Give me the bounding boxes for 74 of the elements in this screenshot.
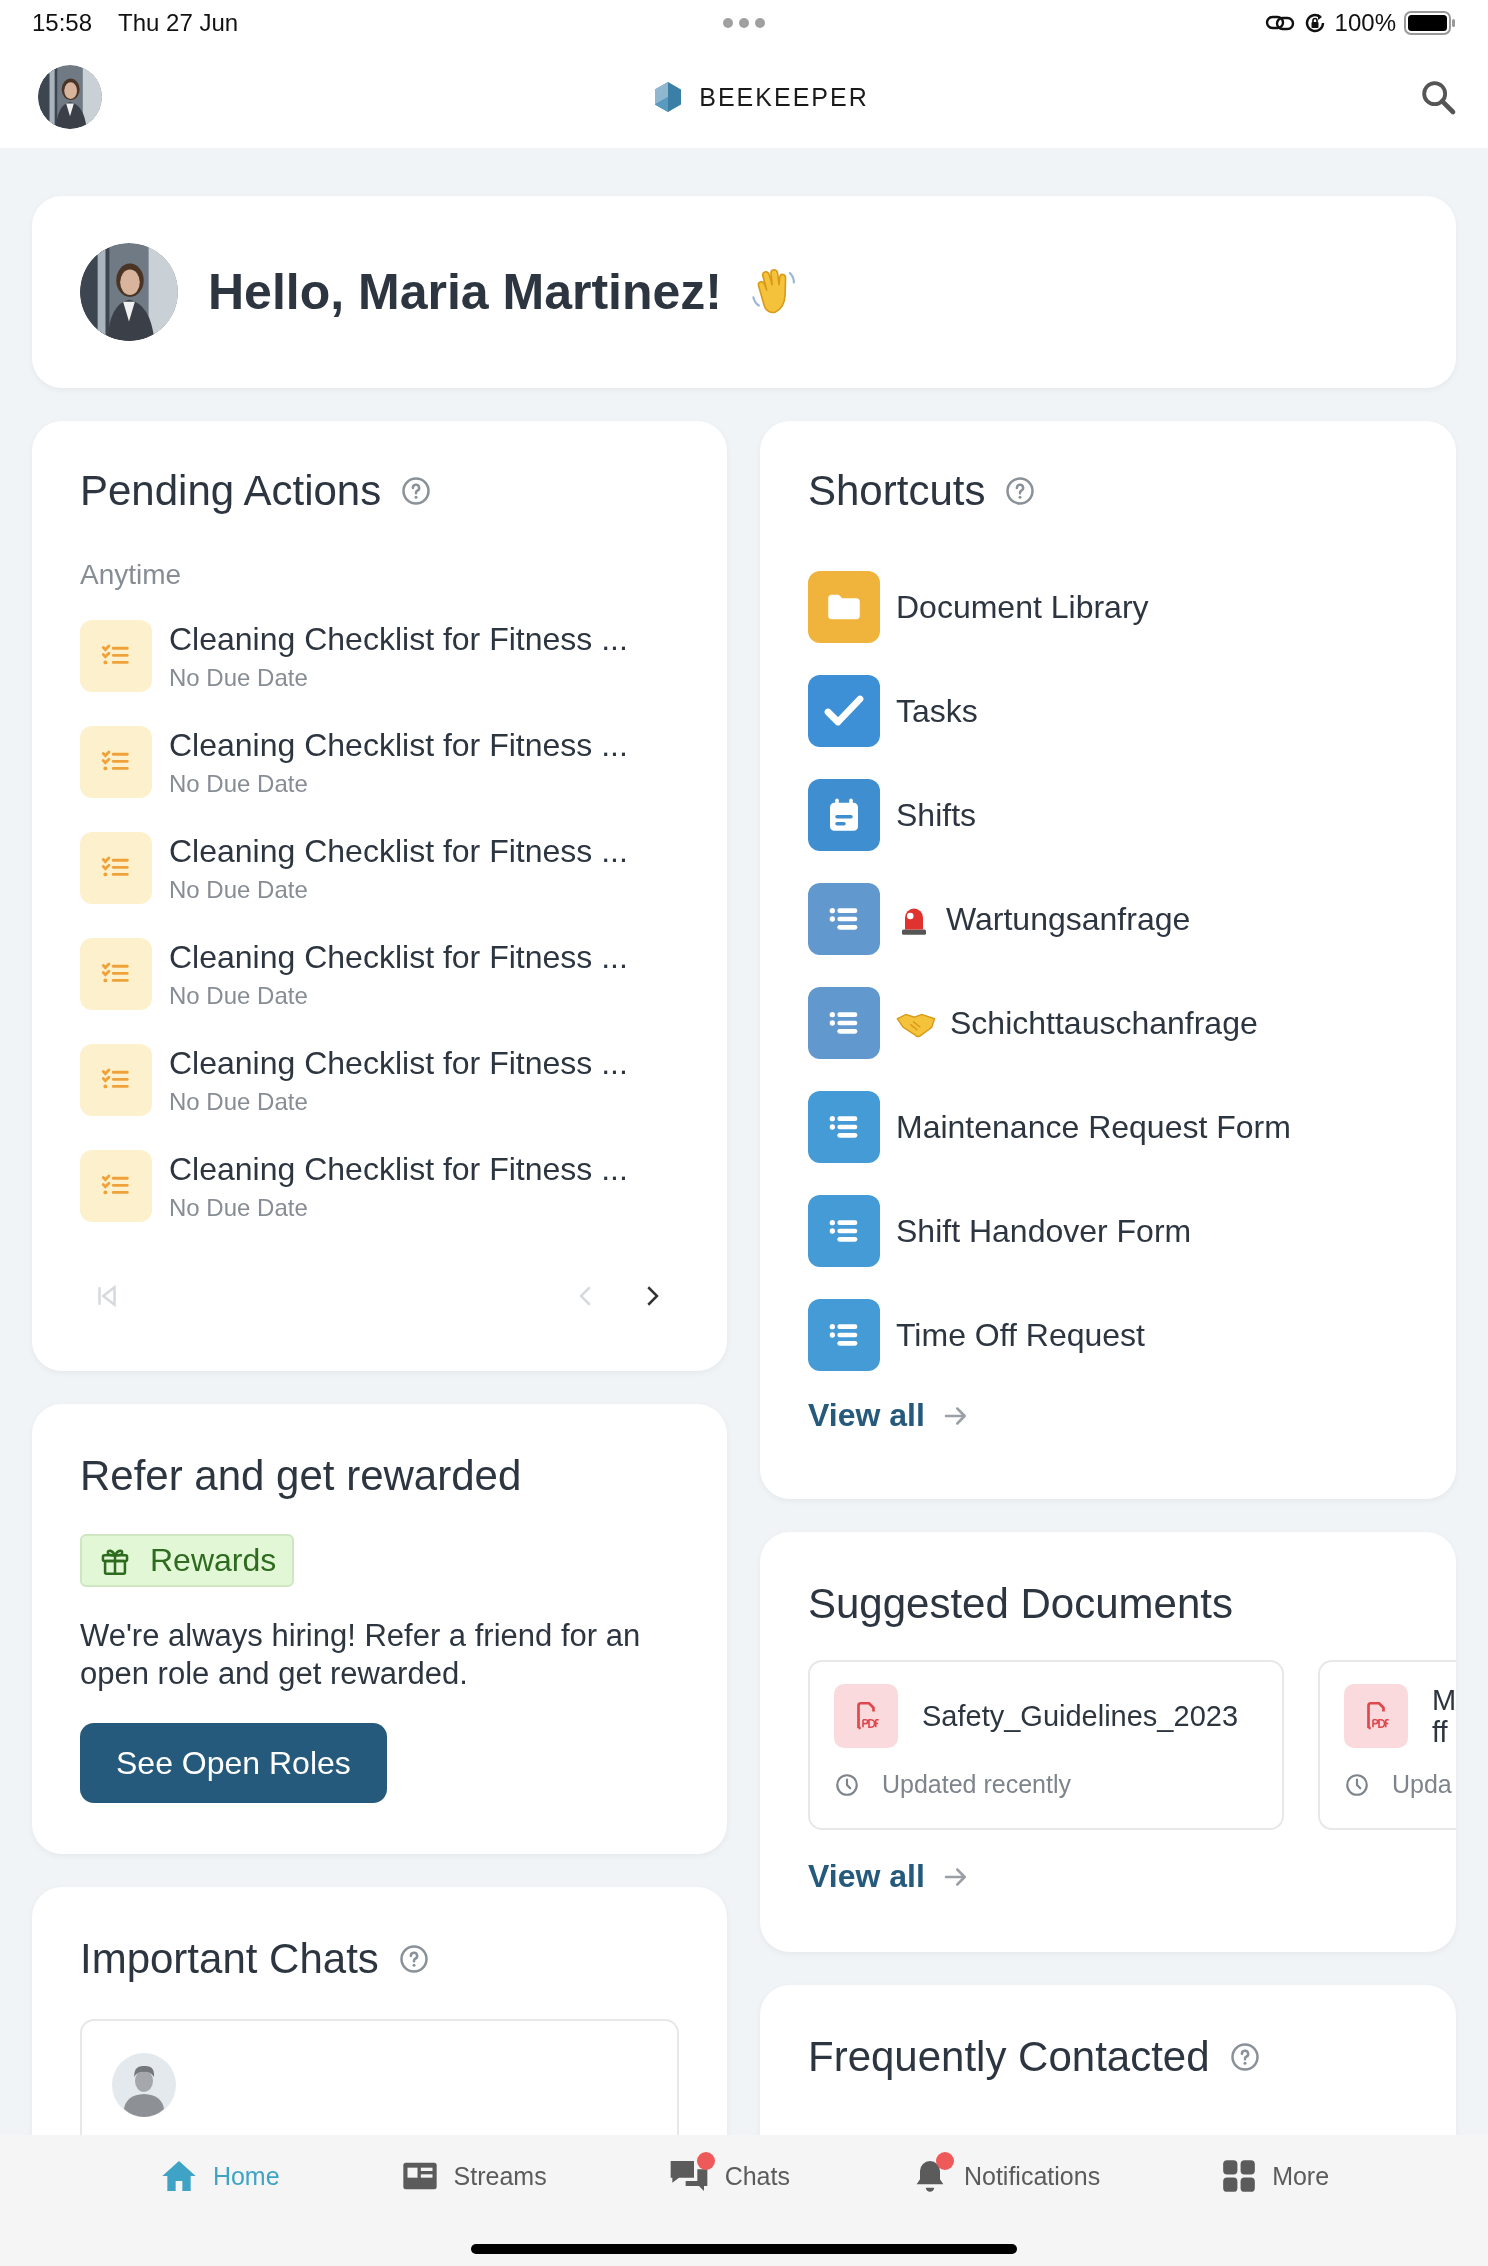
list-icon [808, 883, 880, 955]
pdf-icon [1344, 1684, 1408, 1748]
checklist-icon [80, 938, 152, 1010]
checklist-icon [80, 1044, 152, 1116]
link-icon [1264, 13, 1295, 33]
due-date: No Due Date [169, 875, 309, 904]
checklist-icon [80, 1150, 152, 1222]
list-icon [808, 987, 880, 1059]
referral-text: We're always hiring! Refer a friend for an open role and get rewarded. [80, 1617, 642, 1693]
action-title[interactable]: Cleaning Checklist for Fitness ... [169, 620, 628, 658]
shortcut-link[interactable]: Shift Handover Form [896, 1212, 1192, 1250]
rewards-tag: Rewards [80, 1534, 295, 1587]
checklist-icon [80, 620, 152, 692]
document-card[interactable]: Safety_Guidelines_2023 Updated recently [808, 1660, 1284, 1830]
multitasking-dots-icon[interactable] [722, 17, 766, 29]
card-title: Refer and get rewarded [80, 1452, 523, 1500]
calendar-icon [808, 779, 880, 851]
updated-label: Updated recently [882, 1770, 1071, 1799]
checklist-icon [80, 832, 152, 904]
card-title: Shortcuts [808, 467, 986, 515]
card-title: Frequently Contacted [808, 2033, 1210, 2081]
card-title: Suggested Documents [808, 1580, 1234, 1628]
greeting-text: Hello, Maria Martinez! [208, 263, 722, 321]
due-date: No Due Date [169, 1087, 309, 1116]
due-date: No Due Date [169, 981, 309, 1010]
updated-label: Upda [1392, 1770, 1452, 1799]
clock-icon [834, 1771, 860, 1798]
help-icon[interactable] [1229, 2042, 1260, 2072]
status-date: Thu 27 Jun [118, 9, 239, 37]
due-date: No Due Date [169, 1193, 309, 1222]
nav-tab[interactable]: Chats [606, 2151, 850, 2201]
see-open-roles-button[interactable]: See Open Roles [80, 1723, 387, 1803]
list-icon [808, 1195, 880, 1267]
status-time: 15:58 [32, 9, 93, 37]
battery-percentage: 100% [1334, 9, 1396, 37]
shortcut-link[interactable]: Wartungsanfrage [946, 900, 1191, 938]
folder-icon [808, 571, 880, 643]
due-date: No Due Date [169, 769, 309, 798]
action-title[interactable]: Cleaning Checklist for Fitness ... [169, 938, 628, 976]
nav-tab[interactable]: Streams [339, 2151, 607, 2201]
action-title[interactable]: Cleaning Checklist for Fitness ... [169, 1150, 628, 1188]
action-title[interactable]: Cleaning Checklist for Fitness ... [169, 1044, 628, 1082]
document-name: ff [1432, 1716, 1449, 1748]
action-title[interactable]: Cleaning Checklist for Fitness ... [169, 726, 628, 764]
avatar-icon [112, 2053, 176, 2117]
document-card[interactable]: M ff Upda [1318, 1660, 1456, 1830]
nav-tab[interactable]: Notifications [849, 2151, 1161, 2201]
checkmark-icon [808, 675, 880, 747]
help-icon[interactable] [398, 1944, 429, 1974]
help-icon[interactable] [1005, 476, 1036, 506]
shortcut-link[interactable]: Time Off Request [896, 1316, 1145, 1354]
shortcut-link[interactable]: Document Library [896, 588, 1149, 626]
list-icon [808, 1299, 880, 1371]
document-name: Safety_Guidelines_2023 [922, 1700, 1238, 1732]
card-title: Important Chats [80, 1935, 379, 1983]
pdf-icon [834, 1684, 898, 1748]
view-all-link[interactable]: View all [808, 1397, 925, 1434]
card-title: Pending Actions [80, 467, 382, 515]
document-name: M [1432, 1684, 1456, 1716]
due-date: No Due Date [169, 663, 309, 692]
shortcut-link[interactable]: Schichttauschanfrage [950, 1004, 1258, 1042]
action-title[interactable]: Cleaning Checklist for Fitness ... [169, 832, 628, 870]
shortcut-link[interactable]: Tasks [896, 692, 978, 730]
nav-tab[interactable]: More [1160, 2151, 1390, 2201]
checklist-icon [80, 726, 152, 798]
battery-icon [1404, 11, 1456, 35]
shortcut-link[interactable]: Maintenance Request Form [896, 1108, 1291, 1146]
clock-icon [1344, 1771, 1370, 1798]
list-icon [808, 1091, 880, 1163]
shortcut-link[interactable]: Shifts [896, 796, 977, 834]
view-all-link[interactable]: View all [808, 1858, 925, 1895]
logo-text: BEEKEEPER [699, 82, 869, 112]
help-icon[interactable] [401, 476, 432, 506]
group-label: Anytime [80, 559, 183, 591]
